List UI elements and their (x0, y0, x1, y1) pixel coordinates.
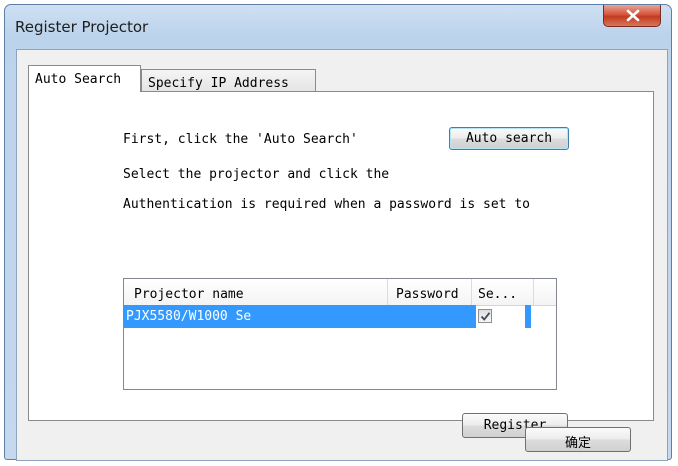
window-title: Register Projector (15, 18, 149, 36)
projector-name-cell: PJX5580/W1000 Se (126, 309, 252, 324)
projector-list[interactable]: Projector name Password Se... PJX5580/W1… (123, 278, 557, 390)
auto-search-panel: First, click the 'Auto Search' Auto sear… (28, 91, 654, 438)
close-button[interactable] (603, 5, 661, 27)
table-row[interactable]: PJX5580/W1000 Se (124, 305, 556, 329)
instruction-auto-search: First, click the 'Auto Search' (123, 132, 358, 147)
column-password[interactable]: Password (388, 279, 472, 305)
projector-list-header: Projector name Password Se... (124, 279, 556, 306)
checkmark-icon (480, 312, 491, 321)
column-projector-name[interactable]: Projector name (124, 279, 388, 305)
auto-search-button[interactable]: Auto search (449, 127, 569, 150)
instruction-select-projector: Select the projector and click the (123, 167, 390, 182)
ok-button[interactable]: 确定 (525, 427, 631, 452)
select-checkbox[interactable] (478, 309, 492, 323)
tab-specify-ip-address[interactable]: Specify IP Address (141, 69, 316, 93)
tab-auto-search[interactable]: Auto Search (28, 65, 141, 92)
register-projector-window: Register Projector Auto Search Specify I… (4, 4, 672, 461)
selection-highlight-edge (525, 305, 531, 328)
instruction-authentication: Authentication is required when a passwo… (123, 197, 530, 212)
close-icon (626, 9, 640, 22)
column-select[interactable]: Se... (472, 279, 534, 305)
dialog-client-area: Auto Search Specify IP Address First, cl… (16, 49, 668, 461)
